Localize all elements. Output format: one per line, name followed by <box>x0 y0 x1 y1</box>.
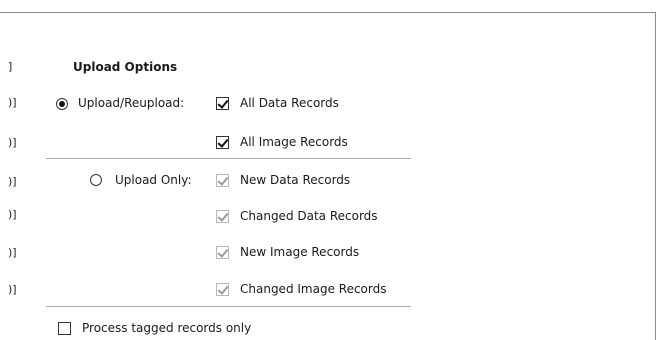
process-tagged-only-label[interactable]: Process tagged records only <box>82 321 251 335</box>
clipped-edge-text: )] <box>8 283 17 296</box>
clipped-edge-text: )] <box>8 246 17 259</box>
upload-reupload-radio[interactable] <box>56 98 68 110</box>
clipped-edge-text: ] <box>8 60 13 73</box>
options-separator <box>46 306 411 307</box>
upload-options-heading: Upload Options <box>73 60 178 74</box>
new-image-records-checkbox[interactable] <box>216 246 229 259</box>
changed-image-records-checkbox[interactable] <box>216 283 229 296</box>
checkmark-icon <box>217 174 229 186</box>
changed-data-records-label[interactable]: Changed Data Records <box>240 209 378 223</box>
process-tagged-only-checkbox[interactable] <box>58 322 71 335</box>
checkmark-icon <box>217 97 229 109</box>
all-image-records-checkbox[interactable] <box>216 136 229 149</box>
new-image-records-label[interactable]: New Image Records <box>240 245 359 259</box>
panel-top-border <box>0 12 656 13</box>
checkmark-icon <box>217 136 229 148</box>
clipped-edge-text: )] <box>8 96 17 109</box>
changed-image-records-label[interactable]: Changed Image Records <box>240 282 386 296</box>
clipped-edge-text: )] <box>8 208 17 221</box>
all-data-records-checkbox[interactable] <box>216 97 229 110</box>
checkmark-icon <box>217 210 229 222</box>
upload-only-radio[interactable] <box>90 174 102 186</box>
all-data-records-label[interactable]: All Data Records <box>240 96 339 110</box>
clipped-edge-text: )] <box>8 136 17 149</box>
checkmark-icon <box>217 283 229 295</box>
new-data-records-checkbox[interactable] <box>216 174 229 187</box>
checkmark-icon <box>217 246 229 258</box>
clipped-edge-text: )] <box>8 175 17 188</box>
all-image-records-label[interactable]: All Image Records <box>240 135 348 149</box>
changed-data-records-checkbox[interactable] <box>216 210 229 223</box>
panel-right-border <box>655 12 656 340</box>
upload-only-label[interactable]: Upload Only: <box>115 173 192 187</box>
new-data-records-label[interactable]: New Data Records <box>240 173 350 187</box>
options-separator <box>46 158 411 159</box>
upload-reupload-label[interactable]: Upload/Reupload: <box>78 96 184 110</box>
